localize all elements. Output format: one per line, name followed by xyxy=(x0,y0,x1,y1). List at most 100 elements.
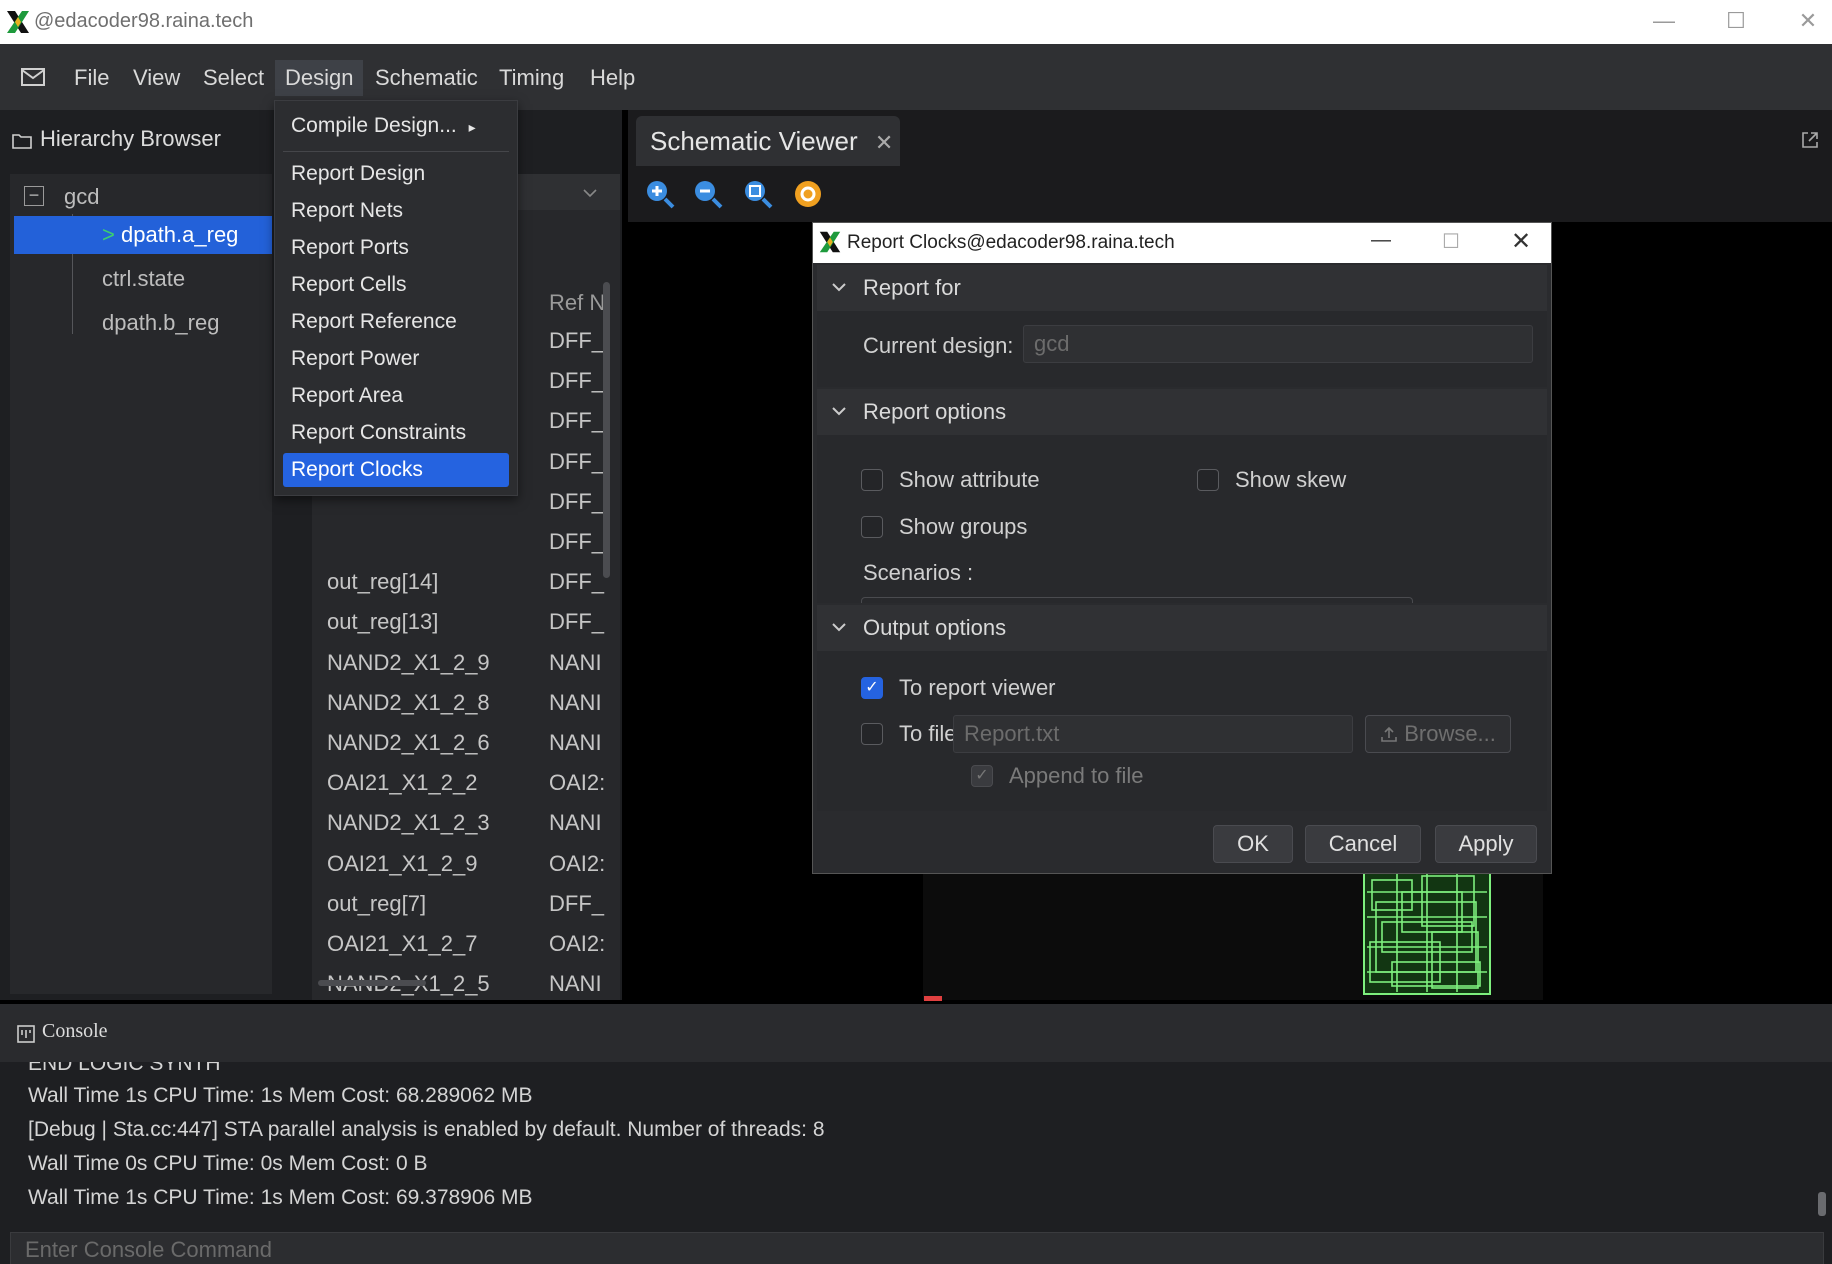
menu-item-report-reference[interactable]: Report Reference xyxy=(283,305,509,339)
cell-ref: DFF_ xyxy=(549,449,604,474)
console-panel: Console END LOGIC SYNTH Wall Time 1s CPU… xyxy=(0,1004,1832,1264)
cell-ref: DFF_ xyxy=(549,529,604,554)
menu-item-report-design[interactable]: Report Design xyxy=(283,157,509,191)
dialog-title-bar: Report Clocks@edacoder98.raina.tech — ☐ … xyxy=(813,223,1551,263)
table-row[interactable]: NAND2_X1_2_6 NANI xyxy=(312,730,602,764)
window-title-bar: @edacoder98.raina.tech — ☐ ✕ xyxy=(0,0,1832,44)
console-command-input[interactable]: Enter Console Command xyxy=(10,1232,1824,1264)
dialog-maximize-button[interactable]: ☐ xyxy=(1431,229,1471,257)
cell-ref: NANI xyxy=(549,810,602,835)
table-row[interactable]: DFF_ xyxy=(312,529,604,563)
close-window-button[interactable]: ✕ xyxy=(1778,6,1832,36)
to-file-checkbox[interactable] xyxy=(861,723,883,745)
menu-file[interactable]: File xyxy=(64,60,119,96)
console-line: END LOGIC SYNTH xyxy=(28,1062,221,1075)
menu-select[interactable]: Select xyxy=(193,60,274,96)
ok-button[interactable]: OK xyxy=(1213,825,1293,863)
zoom-in-icon[interactable] xyxy=(644,178,676,210)
cell-name: OAI21_X1_2_9 xyxy=(327,851,478,876)
close-tab-icon[interactable]: ✕ xyxy=(875,130,893,155)
table-row[interactable]: OAI21_X1_2_7 OAI2: xyxy=(312,931,605,965)
table-row[interactable]: NAND2_X1_2_8 NANI xyxy=(312,690,602,724)
show-groups-label: Show groups xyxy=(899,514,1028,539)
column-header-ref[interactable]: Ref N xyxy=(549,290,605,316)
menu-separator xyxy=(283,151,509,152)
cell-name: OAI21_X1_2_2 xyxy=(327,770,478,795)
horizontal-scrollbar[interactable] xyxy=(318,980,426,986)
append-to-file-checkbox[interactable]: ✓ xyxy=(971,765,993,787)
maximize-button[interactable]: ☐ xyxy=(1706,6,1766,36)
app-logo-icon xyxy=(819,231,841,253)
cell-ref: DFF_ xyxy=(549,408,604,433)
dialog-minimize-button[interactable]: — xyxy=(1361,229,1401,257)
menu-item-report-area[interactable]: Report Area xyxy=(283,379,509,413)
tree-item-label: dpath.a_reg xyxy=(120,222,239,247)
cell-ref: DFF_ xyxy=(549,489,604,514)
show-skew-checkbox[interactable] xyxy=(1197,469,1219,491)
menu-item-report-cells[interactable]: Report Cells xyxy=(283,268,509,302)
show-skew-label: Show skew xyxy=(1235,467,1347,492)
table-row[interactable]: out_reg[13] DFF_ xyxy=(312,609,604,643)
menu-item-report-clocks[interactable]: Report Clocks xyxy=(283,453,509,487)
cell-ref: DFF_ xyxy=(549,891,604,916)
layout-marker xyxy=(924,996,942,1001)
report-clocks-dialog: Report Clocks@edacoder98.raina.tech — ☐ … xyxy=(812,222,1552,874)
browse-button[interactable]: Browse... xyxy=(1365,715,1511,753)
show-groups-checkbox[interactable] xyxy=(861,516,883,538)
cell-name: NAND2_X1_2_8 xyxy=(327,690,490,715)
scenarios-list[interactable] xyxy=(861,597,1413,603)
table-row[interactable]: NAND2_X1_2_3 NANI xyxy=(312,810,602,844)
chevron-down-icon xyxy=(832,623,846,632)
cell-ref: NANI xyxy=(549,730,602,755)
vertical-scrollbar[interactable] xyxy=(603,282,610,578)
table-row[interactable]: NAND2_X1_2_9 NANI xyxy=(312,650,602,684)
menu-item-report-ports[interactable]: Report Ports xyxy=(283,231,509,265)
refresh-icon[interactable] xyxy=(792,178,824,210)
cell-ref: DFF_ xyxy=(549,368,604,393)
cancel-button[interactable]: Cancel xyxy=(1305,825,1421,863)
menu-item-report-power[interactable]: Report Power xyxy=(283,342,509,376)
section-output-options-header[interactable]: Output options xyxy=(817,605,1547,651)
menu-design[interactable]: Design xyxy=(275,60,364,96)
console-title: Console xyxy=(42,1020,108,1042)
table-row[interactable]: out_reg[7] DFF_ xyxy=(312,891,604,925)
section-output-options-body: ✓ To report viewer To file Report.txt Br… xyxy=(817,651,1547,811)
pop-out-icon[interactable] xyxy=(1800,130,1820,150)
tree-item-dpath-b-reg[interactable]: dpath.b_reg xyxy=(102,304,272,342)
zoom-out-icon[interactable] xyxy=(692,178,724,210)
to-report-viewer-checkbox[interactable]: ✓ xyxy=(861,677,883,699)
menu-schematic[interactable]: Schematic xyxy=(365,60,488,96)
zoom-fit-icon[interactable] xyxy=(742,178,774,210)
table-row[interactable]: out_reg[14] DFF_ xyxy=(312,569,604,603)
dialog-close-button[interactable]: ✕ xyxy=(1501,227,1541,257)
cell-name: NAND2_X1_2_6 xyxy=(327,730,490,755)
tab-schematic-viewer[interactable]: Schematic Viewer ✕ xyxy=(636,116,900,166)
show-attribute-checkbox[interactable] xyxy=(861,469,883,491)
cell-name: NAND2_X1_2_9 xyxy=(327,650,490,675)
menu-item-report-constraints[interactable]: Report Constraints xyxy=(283,416,509,450)
section-report-for-header[interactable]: Report for xyxy=(817,265,1547,311)
menu-item-report-nets[interactable]: Report Nets xyxy=(283,194,509,228)
scenarios-label: Scenarios : xyxy=(863,560,974,585)
tree-item-ctrl-state[interactable]: ctrl.state xyxy=(102,260,272,298)
table-row[interactable]: OAI21_X1_2_9 OAI2: xyxy=(312,851,605,885)
section-report-options-header[interactable]: Report options xyxy=(817,389,1547,435)
minimize-button[interactable]: — xyxy=(1634,6,1694,36)
console-header: Console xyxy=(0,1004,1832,1062)
tree-root-gcd[interactable]: gcd xyxy=(64,178,264,216)
chevron-down-icon xyxy=(832,283,846,292)
menu-help[interactable]: Help xyxy=(580,60,645,96)
menu-item-compile-design[interactable]: Compile Design... ▸ xyxy=(283,109,509,143)
file-path-input[interactable]: Report.txt xyxy=(953,715,1353,753)
section-title: Report for xyxy=(863,275,961,300)
menu-timing[interactable]: Timing xyxy=(489,60,574,96)
table-row[interactable]: OAI21_X1_2_2 OAI2: xyxy=(312,770,605,804)
tree-item-dpath-a-reg[interactable]: > dpath.a_reg xyxy=(14,216,272,254)
mail-icon[interactable] xyxy=(20,66,46,88)
chevron-down-icon[interactable] xyxy=(582,188,598,198)
collapse-toggle[interactable]: − xyxy=(24,186,44,206)
menu-view[interactable]: View xyxy=(123,60,190,96)
cell-name: OAI21_X1_2_7 xyxy=(327,931,478,956)
console-scrollbar[interactable] xyxy=(1818,1192,1826,1216)
apply-button[interactable]: Apply xyxy=(1435,825,1537,863)
